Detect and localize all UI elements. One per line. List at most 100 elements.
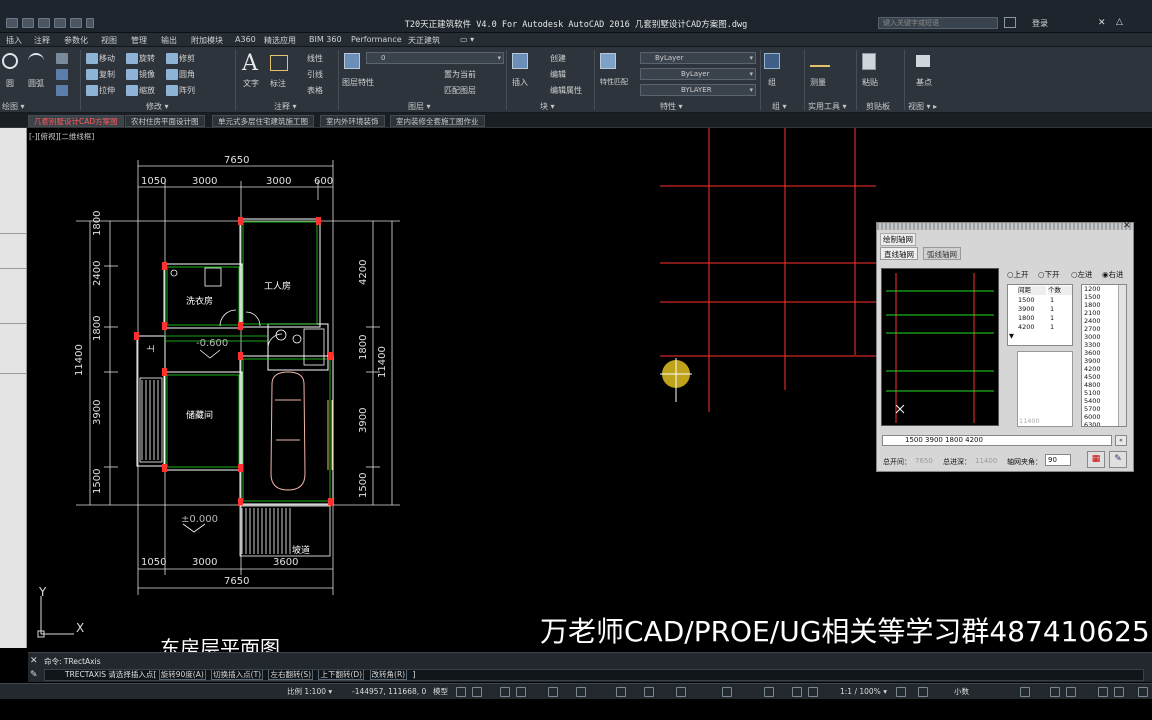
- row-pointer-icon: ▼: [1009, 332, 1014, 340]
- grid-cursor: [660, 358, 692, 402]
- workspace-gear-icon[interactable]: [896, 687, 906, 697]
- ortho-icon[interactable]: [500, 687, 510, 697]
- table-row[interactable]: 4200: [1018, 323, 1035, 332]
- polar-icon[interactable]: [516, 687, 526, 697]
- dialog-close-icon[interactable]: ✕: [1123, 221, 1131, 231]
- col-spacing-header: 间距: [1018, 286, 1046, 295]
- total-open-value: 7650: [915, 457, 933, 465]
- radio-top-open[interactable]: ○上开: [1007, 269, 1029, 280]
- history-icon[interactable]: «: [1115, 435, 1127, 446]
- dim-top-3: 3000: [266, 176, 292, 187]
- plus-icon[interactable]: [918, 687, 928, 697]
- scale-selector[interactable]: 比例 1:100 ▾: [287, 686, 332, 698]
- units-selector[interactable]: 小数: [954, 686, 969, 698]
- dim-left-5: 1500: [92, 468, 103, 494]
- dim-bottom-2: 3000: [192, 557, 218, 568]
- total-open-label: 总开间：: [883, 458, 911, 466]
- dim-top-2: 3000: [192, 176, 218, 187]
- table-row[interactable]: 1500: [1018, 296, 1035, 305]
- watermark-text: 万老师CAD/PROE/UG相关等学习群487410625: [540, 615, 1150, 648]
- dim-right-total: 11400: [377, 346, 388, 378]
- table-row[interactable]: 1800: [1018, 314, 1035, 323]
- dim-left-2: 2400: [92, 260, 103, 286]
- dynamic-ucs-icon[interactable]: [792, 687, 802, 697]
- table-cell[interactable]: 1: [1050, 314, 1054, 323]
- lineweight-icon[interactable]: [644, 687, 654, 697]
- spacing-list[interactable]: 1200 1500 1800 2100 2400 2700 3000 3300 …: [1081, 284, 1127, 427]
- tab-arc-grid[interactable]: 弧线轴网: [923, 247, 961, 260]
- table-cell[interactable]: 1: [1050, 296, 1054, 305]
- grid-preview: [881, 268, 999, 426]
- dimensions: [76, 160, 400, 595]
- spacing-sum: 11400: [1019, 417, 1040, 425]
- command-input[interactable]: TRECTAXIS 请选择插入点[ 旋转90度(A) 切换插入点(T) 左右翻转…: [44, 669, 1144, 681]
- room-storage: 储藏间: [186, 411, 214, 421]
- list-item[interactable]: 6300: [1084, 421, 1101, 426]
- command-end: ]: [412, 670, 416, 679]
- hardware-accel-icon[interactable]: [1098, 687, 1108, 697]
- annotation-visibility-icon[interactable]: [808, 687, 818, 697]
- radio-right-depth[interactable]: ◉右进: [1102, 269, 1124, 280]
- list-scrollbar[interactable]: [1118, 285, 1126, 426]
- isolate-objects-icon[interactable]: [1066, 687, 1076, 697]
- dim-right-3: 3900: [358, 407, 369, 433]
- transparency-icon[interactable]: [676, 687, 686, 697]
- dialog-drag-bar[interactable]: [877, 223, 1133, 230]
- table-cell[interactable]: 1: [1050, 323, 1054, 332]
- autocad-window: T20天正建筑软件 V4.0 For Autodesk AutoCAD 2016…: [0, 0, 1152, 720]
- level-ground: ±0.000: [181, 514, 219, 525]
- command-history: 命令: TRectAxis: [44, 657, 101, 666]
- quick-properties-icon[interactable]: [1020, 687, 1030, 697]
- option-flip-ud[interactable]: 上下翻转(D): [318, 670, 365, 680]
- osnap-icon[interactable]: [616, 687, 626, 697]
- table-row[interactable]: 3900: [1018, 305, 1035, 314]
- option-switch-point[interactable]: 切换插入点(T): [211, 670, 264, 680]
- isodraft-icon[interactable]: [548, 687, 558, 697]
- table-cell[interactable]: 1: [1050, 305, 1054, 314]
- selection-cycling-icon[interactable]: [722, 687, 732, 697]
- clean-screen-icon[interactable]: [1114, 687, 1124, 697]
- pick-icon[interactable]: ✎: [1109, 451, 1127, 468]
- snap-icon[interactable]: [472, 687, 482, 697]
- ucs-x-label: X: [76, 621, 85, 635]
- customize-icon[interactable]: ✎: [30, 670, 38, 680]
- level-basement: -0.600: [196, 338, 229, 349]
- option-change-angle[interactable]: 改转角(R): [369, 670, 408, 680]
- dim-top-1: 1050: [141, 176, 167, 187]
- dim-right-1: 4200: [358, 259, 369, 285]
- spacing-input[interactable]: 1500 3900 1800 4200: [882, 435, 1112, 446]
- dim-total-top: 7650: [224, 155, 250, 166]
- osnap-tracking-icon[interactable]: [576, 687, 586, 697]
- dim-right-4: 1500: [358, 472, 369, 498]
- dim-left-4: 3900: [92, 399, 103, 425]
- spacing-table[interactable]: 间距 个数 1500 1 3900 1 1800 1 4200 1 ▼: [1007, 284, 1073, 346]
- dim-total-bottom: 7650: [224, 576, 250, 587]
- close-commandline-icon[interactable]: ✕: [30, 656, 38, 666]
- dim-top-4: 600: [314, 176, 334, 187]
- car-symbol: [270, 371, 306, 491]
- screen-bottom-edge: [0, 699, 1152, 720]
- angle-input[interactable]: 90: [1045, 454, 1071, 466]
- total-depth-value: 11400: [975, 457, 998, 465]
- lock-ui-icon[interactable]: [1050, 687, 1060, 697]
- col-count-header: 个数: [1048, 286, 1072, 295]
- model-toggle[interactable]: 模型: [433, 686, 448, 698]
- angle-label: 轴网夹角：: [1007, 458, 1042, 466]
- ucs-y-label: Y: [39, 585, 47, 599]
- radio-left-depth[interactable]: ○左进: [1071, 269, 1093, 280]
- dim-left-3: 1800: [92, 315, 103, 341]
- tab-straight-grid[interactable]: 直线轴网: [880, 247, 918, 260]
- annotation-scale[interactable]: 1:1 / 100% ▾: [840, 686, 887, 698]
- command-line: ✕ ✎ 命令: TRectAxis TRECTAXIS 请选择插入点[ 旋转90…: [28, 652, 1152, 682]
- clear-grid-icon[interactable]: ▦: [1087, 451, 1105, 468]
- grid-icon[interactable]: [456, 687, 466, 697]
- radio-bottom-open[interactable]: ○下开: [1038, 269, 1060, 280]
- customization-icon[interactable]: [1138, 687, 1148, 697]
- dim-right-2: 1800: [358, 334, 369, 360]
- command-prompt: TRECTAXIS 请选择插入点[: [65, 670, 157, 679]
- dim-left-1: 1800: [92, 210, 103, 236]
- option-rotate[interactable]: 旋转90度(A): [158, 670, 206, 680]
- coordinate-readout: -144957, 111668, 0: [352, 687, 427, 696]
- 3d-osnap-icon[interactable]: [764, 687, 774, 697]
- option-flip-lr[interactable]: 左右翻转(S): [268, 670, 314, 680]
